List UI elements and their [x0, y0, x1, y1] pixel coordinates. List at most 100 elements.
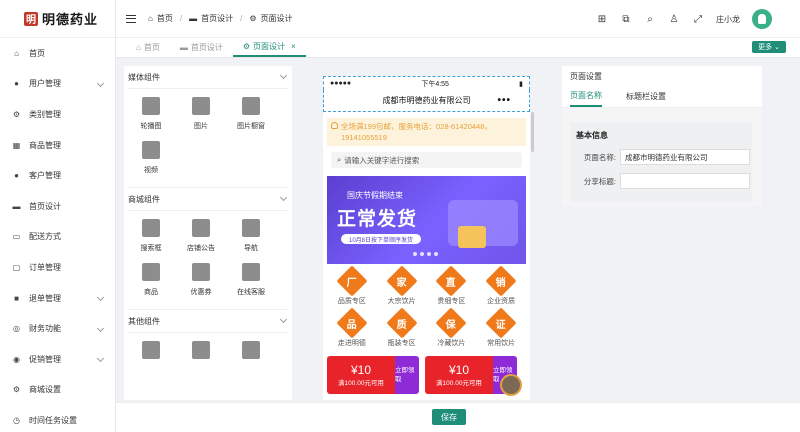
sidebar-item[interactable]: ◎ 财务功能	[0, 313, 115, 344]
breadcrumb: ⌂ 首页 / ▬ 首页设计 / ⚙ 页面设计	[148, 13, 292, 24]
sidebar-item[interactable]: ● 客户管理	[0, 160, 115, 191]
tab-page-name[interactable]: 页面名称	[570, 86, 602, 107]
phone-nav-label: 冷藏饮片	[437, 340, 466, 347]
component-item[interactable]: 店铺公告	[176, 219, 226, 253]
phone-nav-label: 走进明德	[337, 340, 366, 347]
phone-nav-label: 大宗饮片	[387, 298, 416, 305]
phone-nav-item[interactable]: 直贵细专区	[427, 265, 477, 306]
settings-form: 基本信息 页面名称: 成都市明德药业有限公司 分享标题:	[570, 122, 752, 202]
sidebar-item[interactable]: ▬ 首页设计	[0, 191, 115, 222]
component-item[interactable]	[176, 341, 226, 365]
component-section-header[interactable]: 媒体组件	[124, 66, 292, 88]
sidebar-item[interactable]: ▢ 订单管理	[0, 252, 115, 283]
menu-toggle-icon[interactable]	[126, 14, 136, 23]
user-icon: ●	[14, 79, 19, 89]
notice-text: 全场满199包邮，服务电话：028-61420448，19141055519	[341, 122, 492, 142]
navigation-icon	[242, 219, 260, 237]
coupon-card[interactable]: ¥10 满100.00元可用 立即领取	[327, 356, 419, 394]
component-item[interactable]: 在线客服	[226, 263, 276, 297]
coupon-row: ¥10 满100.00元可用 立即领取 ¥10 满100.00元可用 立即领取	[327, 356, 530, 396]
more-button[interactable]: 更多 ⌄	[752, 41, 786, 53]
sidebar-item[interactable]: ◷ 时间任务设置	[0, 405, 115, 432]
breadcrumb-item[interactable]: 首页	[157, 13, 173, 24]
sidebar-item-label: 退单管理	[29, 293, 61, 303]
carousel-banner[interactable]: 国庆节假期结束 正常发货 10月8日按下单顺序发货	[327, 176, 526, 264]
sidebar-item[interactable]: ◉ 促销管理	[0, 344, 115, 375]
sidebar-item[interactable]: ⚙ 类别管理	[0, 99, 115, 130]
search-icon[interactable]: ⌕	[644, 13, 656, 25]
theme-shirt-icon[interactable]: ♙	[668, 13, 680, 25]
phone-nav-item[interactable]: 质瓶装专区	[377, 307, 427, 348]
component-section-header[interactable]: 商城组件	[124, 188, 292, 210]
tab-page-design[interactable]: ⚙ 页面设计 ×	[232, 37, 306, 57]
phone-scrollbar[interactable]	[531, 112, 534, 152]
brand-name: 明德药业	[42, 12, 99, 27]
category-badge-icon: 直	[435, 265, 467, 297]
claim-coupon-button[interactable]: 立即领取	[395, 356, 419, 394]
avatar[interactable]	[752, 9, 772, 29]
page-name-row: 页面名称: 成都市明德药业有限公司	[570, 149, 752, 165]
breadcrumb-item[interactable]: 首页设计	[201, 13, 233, 24]
phone-nav-label: 瓶装专区	[387, 340, 416, 347]
component-item[interactable]: 图片	[176, 97, 226, 131]
component-item[interactable]: 图片橱窗	[226, 97, 276, 131]
category-badge-icon: 质	[386, 307, 418, 339]
category-badge-icon: 家	[386, 265, 418, 297]
phone-search-box[interactable]: ⌕ 请输入关键字进行搜索	[331, 152, 522, 168]
component-section-header[interactable]: 其他组件	[124, 310, 292, 332]
search-box-icon	[142, 219, 160, 237]
tab-label: 首页设计	[190, 42, 223, 52]
banner-note: 10月8日按下单顺序发货	[341, 234, 422, 244]
brand-logo[interactable]: 明 明德药业	[0, 0, 115, 38]
component-item[interactable]: 商品	[126, 263, 176, 297]
video-icon	[142, 141, 160, 159]
phone-nav-item[interactable]: 保冷藏饮片	[427, 307, 477, 348]
sidebar-item[interactable]: ▦ 商品管理	[0, 130, 115, 161]
component-item[interactable]: 搜索框	[126, 219, 176, 253]
component-item[interactable]: 优惠券	[176, 263, 226, 297]
user-name[interactable]: 庄小龙	[716, 14, 740, 25]
phone-preview: ●●●●● 下午4:55 ▮ 成都市明德药业有限公司 ••• 全场满199包邮，…	[323, 76, 530, 400]
phone-nav-item[interactable]: 证常用饮片	[476, 307, 526, 348]
component-icon	[192, 341, 210, 359]
category-badge-icon: 保	[435, 307, 467, 339]
sidebar-item[interactable]: ■ 退单管理	[0, 283, 115, 314]
translate-icon[interactable]: ⧉	[620, 13, 632, 25]
tab-title-bar-settings[interactable]: 标题栏设置	[626, 86, 666, 107]
component-item[interactable]	[126, 341, 176, 365]
sidebar-item[interactable]: ⚙ 商城设置	[0, 375, 115, 406]
close-icon[interactable]: ×	[291, 42, 296, 51]
tab-home-design[interactable]: ▬ 首页设计	[170, 37, 233, 57]
sidebar-item[interactable]: ▭ 配送方式	[0, 222, 115, 253]
tab-home[interactable]: ⌂ 首页	[126, 37, 170, 57]
breadcrumb-item: 页面设计	[260, 14, 293, 23]
carousel-indicator[interactable]	[413, 252, 438, 256]
fullscreen-icon[interactable]: ⤢	[692, 13, 704, 25]
layout-icon[interactable]: ⊞	[596, 13, 608, 25]
phone-nav-item[interactable]: 厂品质专区	[327, 265, 377, 306]
promo-icon: ◉	[13, 354, 20, 364]
component-item[interactable]: 视频	[126, 141, 176, 175]
save-button[interactable]: 保存	[432, 409, 466, 425]
phone-title-bar[interactable]: 成都市明德药业有限公司 •••	[323, 90, 530, 112]
settings-title: 页面设置	[562, 66, 762, 86]
floating-service-button[interactable]	[500, 374, 522, 396]
sidebar-item[interactable]: ⌂ 首页	[0, 38, 115, 69]
phone-nav-item[interactable]: 家大宗饮片	[377, 265, 427, 306]
component-item[interactable]	[226, 341, 276, 365]
component-label: 在线客服	[237, 289, 265, 296]
component-item[interactable]: 导航	[226, 219, 276, 253]
phone-nav-item[interactable]: 品走进明德	[327, 307, 377, 348]
phone-nav-icons: 厂品质专区家大宗饮片直贵细专区销企业资质品走进明德质瓶装专区保冷藏饮片证常用饮片	[323, 264, 530, 348]
chevron-down-icon	[279, 71, 288, 80]
page-name-input[interactable]: 成都市明德药业有限公司	[620, 149, 750, 165]
notice-bar[interactable]: 全场满199包邮，服务电话：028-61420448，19141055519	[327, 118, 526, 146]
component-item[interactable]: 轮播图	[126, 97, 176, 131]
component-grid: 轮播图 图片 图片橱窗视频	[124, 89, 292, 187]
phone-nav-item[interactable]: 销企业资质	[476, 265, 526, 306]
coupon-value: ¥10 满100.00元可用	[327, 356, 395, 394]
sidebar-item[interactable]: ● 用户管理	[0, 69, 115, 100]
chevron-down-icon	[279, 193, 288, 202]
share-title-input[interactable]	[620, 173, 750, 189]
sidebar-nav: ⌂ 首页 ● 用户管理 ⚙ 类别管理 ▦ 商品管理 ● 客户管理 ▬ 首页设计 ▭ 配送方式 ▢ 订单管理 ■ 退…	[0, 38, 115, 432]
